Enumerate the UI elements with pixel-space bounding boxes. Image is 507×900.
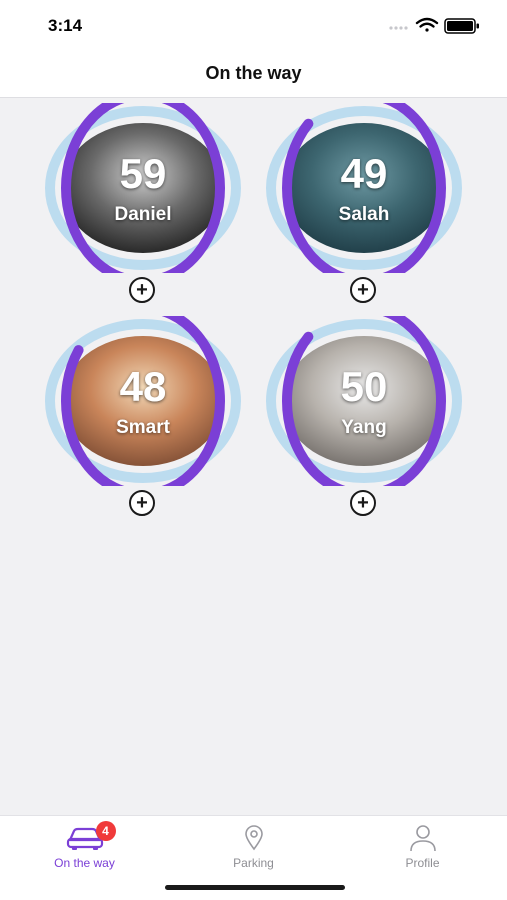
add-icon[interactable]: + bbox=[350, 277, 376, 303]
add-icon[interactable]: + bbox=[129, 490, 155, 516]
location-pin-icon bbox=[243, 824, 265, 852]
tab-label: On the way bbox=[54, 856, 115, 870]
child-name: Yang bbox=[341, 417, 387, 438]
signal-icon bbox=[389, 26, 408, 30]
child-name: Salah bbox=[338, 204, 390, 225]
tab-label: Profile bbox=[405, 856, 440, 870]
page-title: On the way bbox=[205, 63, 302, 83]
add-icon[interactable]: + bbox=[350, 490, 376, 516]
tab-profile[interactable]: Profile bbox=[338, 816, 507, 876]
wifi-icon bbox=[415, 17, 439, 32]
status-bar: 3:14 bbox=[0, 0, 507, 52]
tab-badge: 4 bbox=[95, 821, 116, 841]
child-count: 49 bbox=[340, 150, 388, 197]
tab-on-the-way[interactable]: 4 On the way bbox=[0, 816, 169, 876]
person-icon bbox=[408, 824, 438, 852]
navigation-bar: On the way bbox=[0, 52, 507, 98]
add-icon[interactable]: + bbox=[129, 277, 155, 303]
child-count: 50 bbox=[340, 363, 388, 410]
status-icons bbox=[389, 17, 479, 34]
battery-icon bbox=[444, 18, 479, 34]
child-count: 48 bbox=[119, 363, 167, 410]
home-indicator bbox=[165, 885, 345, 890]
child-count: 59 bbox=[119, 150, 167, 197]
status-time: 3:14 bbox=[48, 16, 83, 35]
car-icon: 4 bbox=[66, 821, 116, 852]
tab-parking[interactable]: Parking bbox=[169, 816, 338, 876]
tab-label: Parking bbox=[233, 856, 274, 870]
child-name: Daniel bbox=[114, 204, 172, 225]
child-name: Smart bbox=[116, 417, 170, 438]
